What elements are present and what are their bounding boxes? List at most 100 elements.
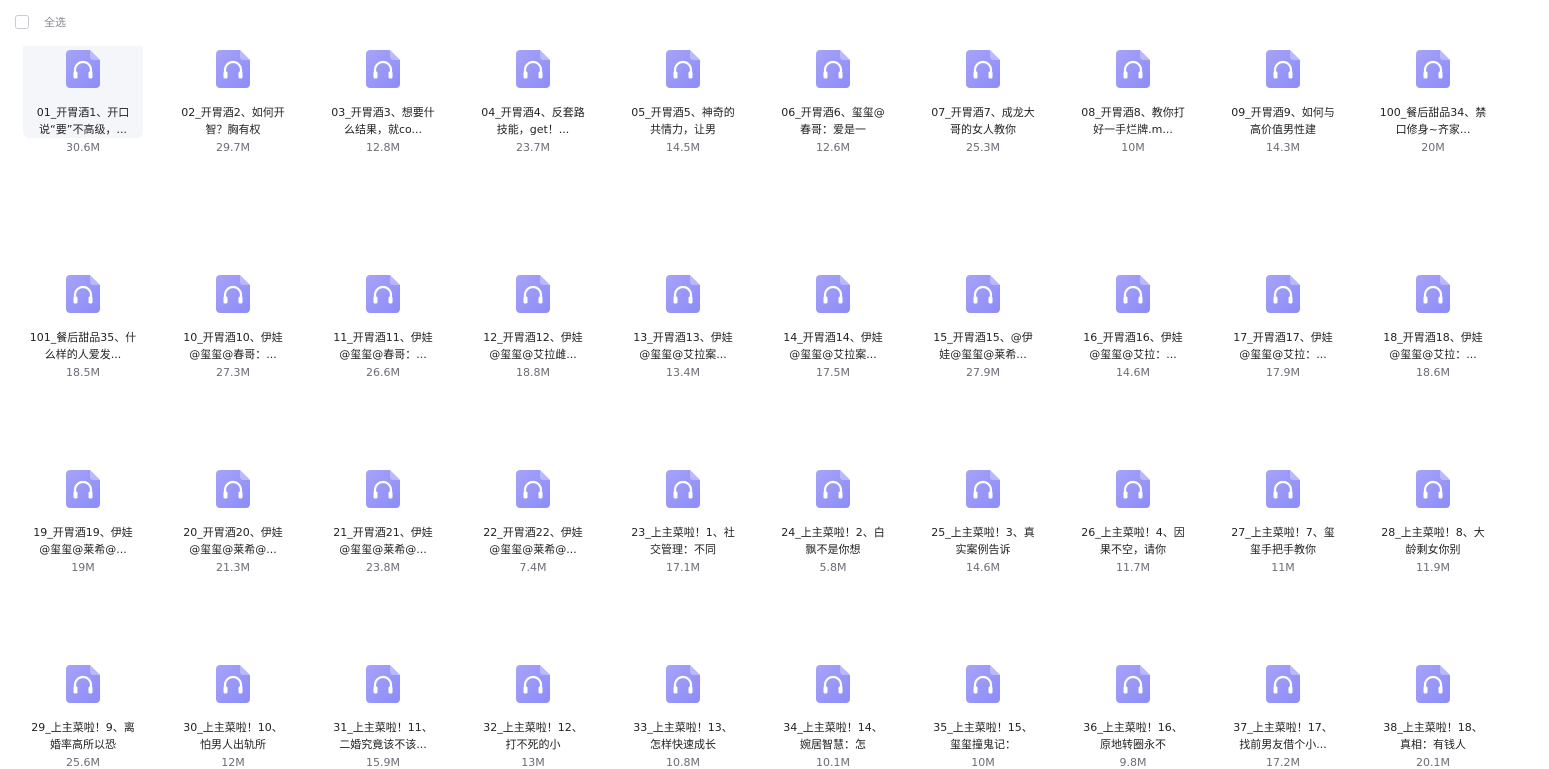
- file-name: 32_上主菜啦！12、打不死的小: [483, 721, 583, 751]
- file-size: 18.8M: [516, 366, 550, 379]
- headphones-icon: [1116, 665, 1150, 703]
- headphones-icon: [666, 665, 700, 703]
- headphones-icon: [966, 275, 1000, 313]
- file-size: 23.7M: [516, 141, 550, 154]
- file-name: 27_上主菜啦！7、玺玺手把手教你: [1231, 526, 1335, 556]
- file-name: 22_开胃酒22、伊娃@玺玺@莱希@...: [483, 526, 583, 556]
- file-card[interactable]: 13_开胃酒13、伊娃@玺玺@艾拉案... 13.4M: [623, 239, 743, 379]
- file-size: 19M: [71, 561, 95, 574]
- file-card[interactable]: 22_开胃酒22、伊娃@玺玺@莱希@... 7.4M: [473, 434, 593, 574]
- select-all-control[interactable]: 全选: [15, 14, 66, 30]
- file-size: 17.9M: [1266, 366, 1300, 379]
- file-name: 11_开胃酒11、伊娃@玺玺@春哥：...: [333, 331, 433, 361]
- headphones-icon: [1416, 665, 1450, 703]
- file-size: 11.9M: [1416, 561, 1450, 574]
- file-card[interactable]: 36_上主菜啦！16、原地转圈永不 9.8M: [1073, 629, 1193, 769]
- file-card[interactable]: 101_餐后甜品35、什么样的人爱发... 18.5M: [23, 239, 143, 379]
- headphones-icon: [1116, 50, 1150, 88]
- file-size: 9.8M: [1119, 756, 1147, 769]
- file-card[interactable]: 25_上主菜啦！3、真实案例告诉 14.6M: [923, 434, 1043, 574]
- file-card[interactable]: 26_上主菜啦！4、因果不空，请你 11.7M: [1073, 434, 1193, 574]
- file-name: 29_上主菜啦！9、离婚率高所以恐: [31, 721, 135, 751]
- file-card[interactable]: 30_上主菜啦！10、怕男人出轨所 12M: [173, 629, 293, 769]
- file-card[interactable]: 19_开胃酒19、伊娃@玺玺@莱希@... 19M: [23, 434, 143, 574]
- file-size: 10.1M: [816, 756, 850, 769]
- file-size: 12.8M: [366, 141, 400, 154]
- headphones-icon: [516, 470, 550, 508]
- select-all-checkbox[interactable]: [15, 15, 29, 29]
- file-size: 29.7M: [216, 141, 250, 154]
- file-card[interactable]: 11_开胃酒11、伊娃@玺玺@春哥：... 26.6M: [323, 239, 443, 379]
- file-size: 12M: [221, 756, 245, 769]
- file-name: 18_开胃酒18、伊娃@玺玺@艾拉：...: [1383, 331, 1483, 361]
- file-name: 01_开胃酒1、开口说“要”不高级，...: [36, 106, 130, 136]
- headphones-icon: [66, 50, 100, 88]
- file-card[interactable]: 16_开胃酒16、伊娃@玺玺@艾拉：... 14.6M: [1073, 239, 1193, 379]
- file-name: 19_开胃酒19、伊娃@玺玺@莱希@...: [33, 526, 133, 556]
- headphones-icon: [1416, 50, 1450, 88]
- file-card[interactable]: 24_上主菜啦！2、白飘不是你想 5.8M: [773, 434, 893, 574]
- file-size: 27.3M: [216, 366, 250, 379]
- file-size: 13.4M: [666, 366, 700, 379]
- file-size: 17.5M: [816, 366, 850, 379]
- file-size: 13M: [521, 756, 545, 769]
- headphones-icon: [1416, 470, 1450, 508]
- file-card[interactable]: 17_开胃酒17、伊娃@玺玺@艾拉：... 17.9M: [1223, 239, 1343, 379]
- headphones-icon: [66, 275, 100, 313]
- file-size: 7.4M: [519, 561, 547, 574]
- file-card[interactable]: 23_上主菜啦！1、社交管理：不同 17.1M: [623, 434, 743, 574]
- file-card[interactable]: 37_上主菜啦！17、找前男友借个小... 17.2M: [1223, 629, 1343, 769]
- headphones-icon: [366, 665, 400, 703]
- file-name: 08_开胃酒8、教你打好一手烂牌.m...: [1081, 106, 1185, 136]
- file-name: 101_餐后甜品35、什么样的人爱发...: [29, 331, 137, 361]
- file-name: 14_开胃酒14、伊娃@玺玺@艾拉案...: [783, 331, 883, 361]
- file-card[interactable]: 10_开胃酒10、伊娃@玺玺@春哥：... 27.3M: [173, 239, 293, 379]
- file-card[interactable]: 35_上主菜啦！15、玺玺撞鬼记： 10M: [923, 629, 1043, 769]
- file-card[interactable]: 20_开胃酒20、伊娃@玺玺@莱希@... 21.3M: [173, 434, 293, 574]
- file-name: 03_开胃酒3、想要什么结果，就co...: [331, 106, 435, 136]
- file-card[interactable]: 33_上主菜啦！13、怎样快速成长 10.8M: [623, 629, 743, 769]
- file-name: 30_上主菜啦！10、怕男人出轨所: [183, 721, 283, 751]
- file-size: 14.3M: [1266, 141, 1300, 154]
- file-card[interactable]: 21_开胃酒21、伊娃@玺玺@莱希@... 23.8M: [323, 434, 443, 574]
- file-card[interactable]: 34_上主菜啦！14、婉居智慧：怎 10.1M: [773, 629, 893, 769]
- headphones-icon: [816, 470, 850, 508]
- file-name: 05_开胃酒5、神奇的共情力，让男: [631, 106, 735, 136]
- file-card[interactable]: 31_上主菜啦！11、二婚究竟该不该... 15.9M: [323, 629, 443, 769]
- file-name: 04_开胃酒4、反套路技能，get！...: [481, 106, 585, 136]
- file-size: 18.6M: [1416, 366, 1450, 379]
- file-size: 20.1M: [1416, 756, 1450, 769]
- file-card[interactable]: 27_上主菜啦！7、玺玺手把手教你 11M: [1223, 434, 1343, 574]
- file-size: 11M: [1271, 561, 1295, 574]
- file-name: 02_开胃酒2、如何开智？胸有权: [181, 106, 285, 136]
- headphones-icon: [366, 470, 400, 508]
- file-card[interactable]: 29_上主菜啦！9、离婚率高所以恐 25.6M: [23, 629, 143, 769]
- headphones-icon: [1116, 470, 1150, 508]
- headphones-icon: [966, 50, 1000, 88]
- file-name: 06_开胃酒6、玺玺@春哥：爱是一: [781, 106, 885, 136]
- file-card[interactable]: 12_开胃酒12、伊娃@玺玺@艾拉雌... 18.8M: [473, 239, 593, 379]
- file-size: 27.9M: [966, 366, 1000, 379]
- file-name: 12_开胃酒12、伊娃@玺玺@艾拉雌...: [483, 331, 583, 361]
- file-card[interactable]: 18_开胃酒18、伊娃@玺玺@艾拉：... 18.6M: [1373, 239, 1493, 379]
- file-name: 09_开胃酒9、如何与高价值男性建: [1231, 106, 1335, 136]
- file-name: 21_开胃酒21、伊娃@玺玺@莱希@...: [333, 526, 433, 556]
- file-size: 25.6M: [66, 756, 100, 769]
- file-card[interactable]: 38_上主菜啦！18、真相：有钱人 20.1M: [1373, 629, 1493, 769]
- file-size: 15.9M: [366, 756, 400, 769]
- headphones-icon: [816, 665, 850, 703]
- file-card[interactable]: 14_开胃酒14、伊娃@玺玺@艾拉案... 17.5M: [773, 239, 893, 379]
- headphones-icon: [366, 50, 400, 88]
- headphones-icon: [66, 470, 100, 508]
- file-size: 17.2M: [1266, 756, 1300, 769]
- file-card[interactable]: 15_开胃酒15、@伊娃@玺玺@莱希... 27.9M: [923, 239, 1043, 379]
- file-name: 07_开胃酒7、成龙大哥的女人教你: [931, 106, 1035, 136]
- headphones-icon: [666, 275, 700, 313]
- headphones-icon: [816, 50, 850, 88]
- headphones-icon: [516, 275, 550, 313]
- headphones-icon: [966, 665, 1000, 703]
- file-card[interactable]: 32_上主菜啦！12、打不死的小 13M: [473, 629, 593, 769]
- file-size: 14.6M: [966, 561, 1000, 574]
- file-card[interactable]: 28_上主菜啦！8、大龄剩女你别 11.9M: [1373, 434, 1493, 574]
- headphones-icon: [816, 275, 850, 313]
